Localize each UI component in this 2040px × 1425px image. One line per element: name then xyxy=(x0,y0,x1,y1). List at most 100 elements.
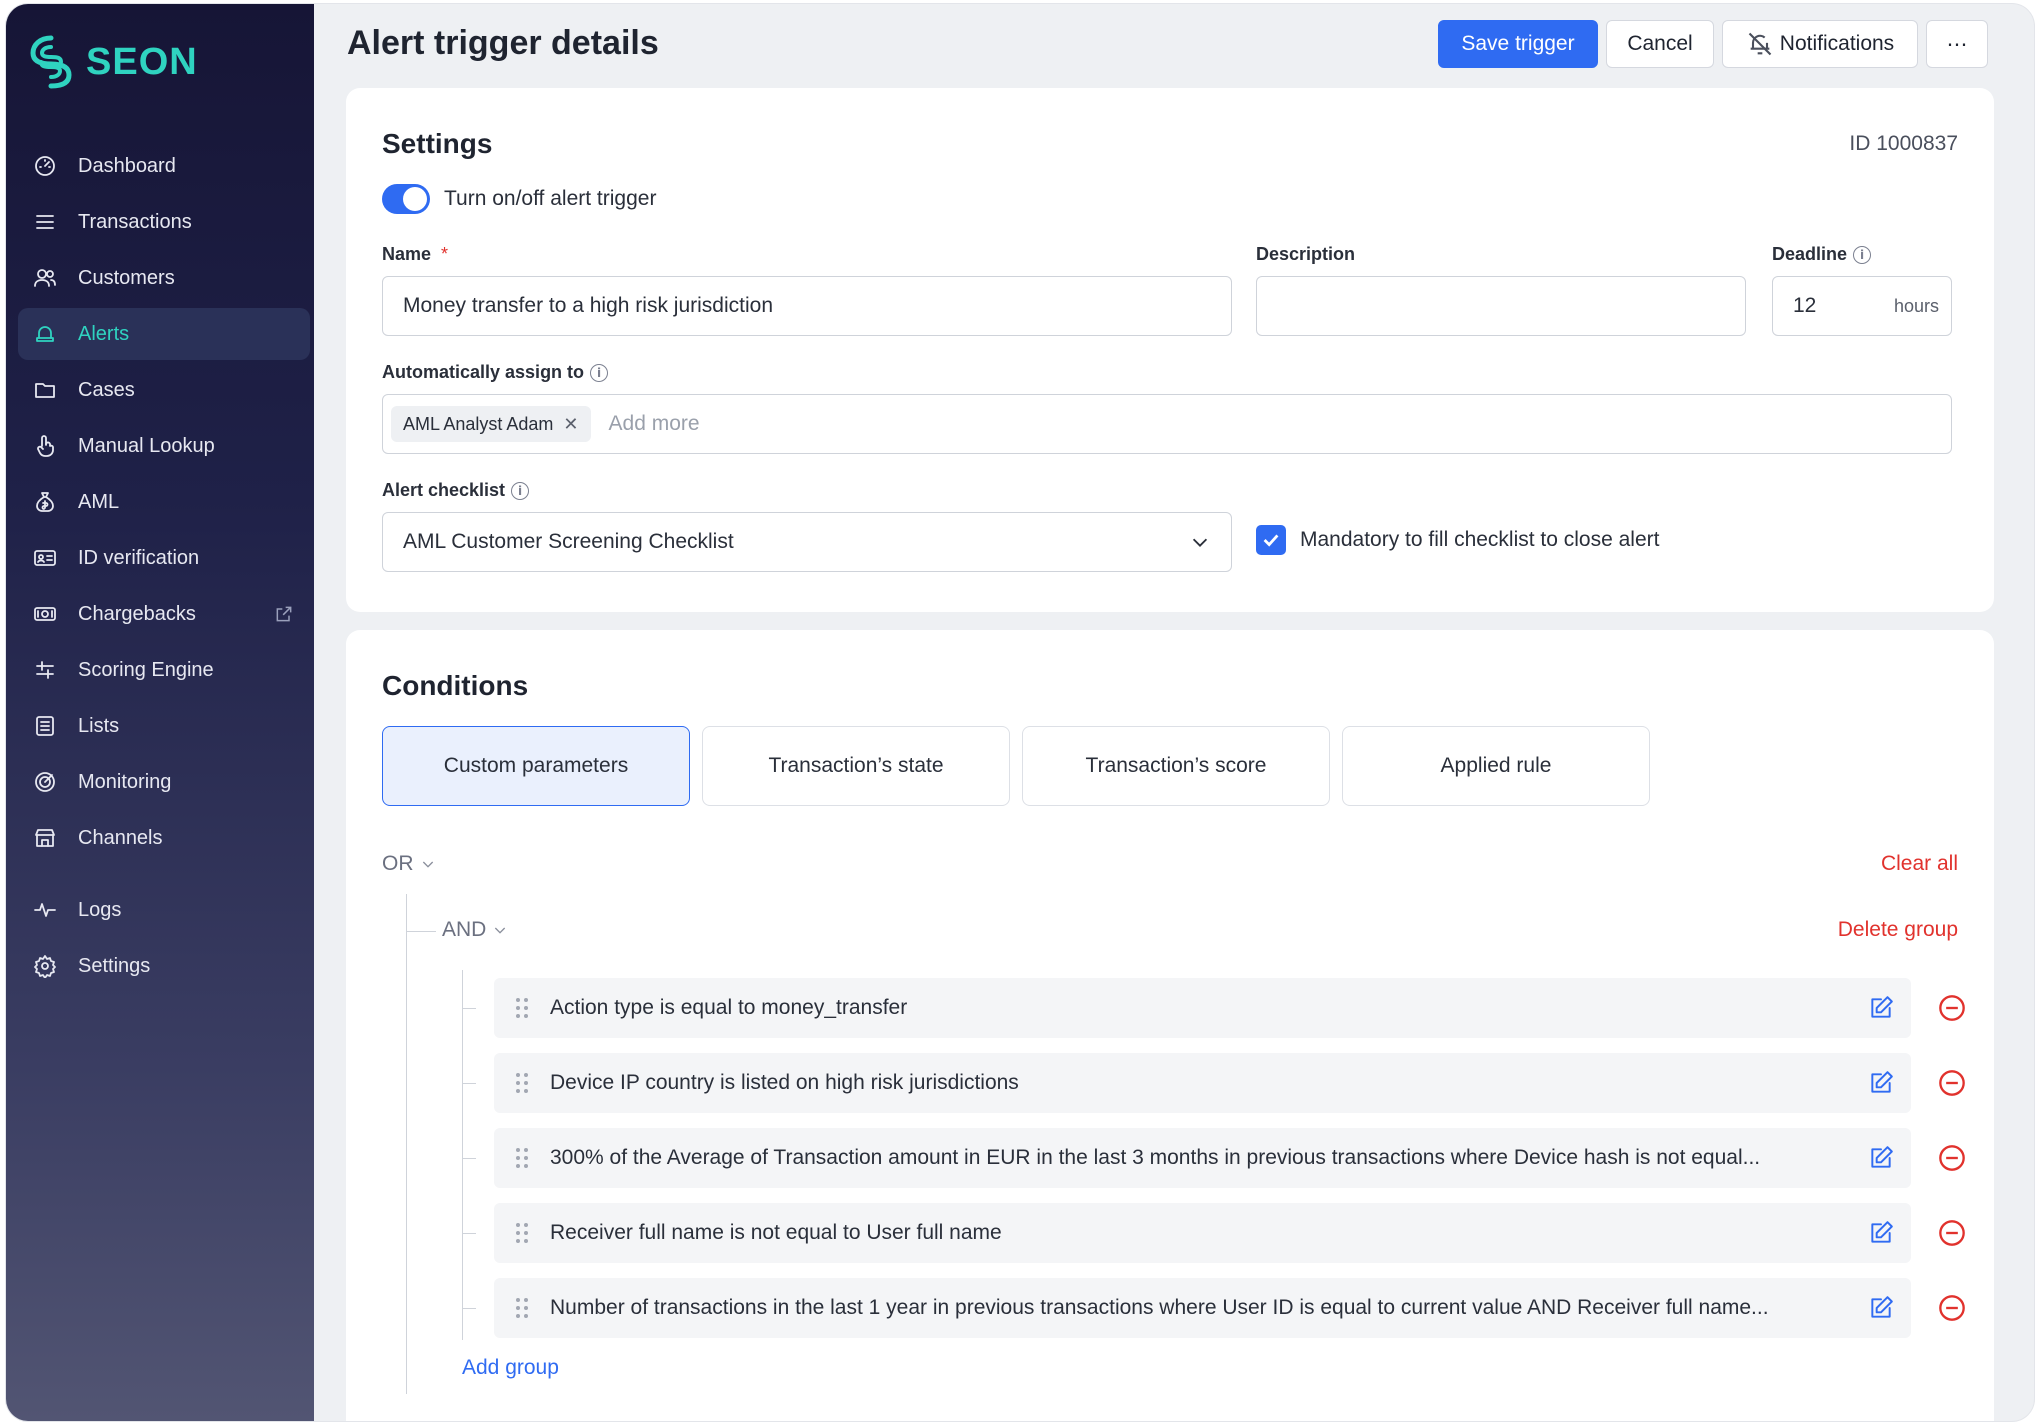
name-input[interactable]: Money transfer to a high risk jurisdicti… xyxy=(382,276,1232,336)
required-mark: * xyxy=(441,244,449,264)
edit-icon[interactable] xyxy=(1851,1145,1911,1171)
tab-transactions-state[interactable]: Transaction’s state xyxy=(702,726,1010,806)
remove-chip-icon[interactable]: ✕ xyxy=(563,414,578,435)
id-card-icon xyxy=(32,545,58,571)
info-icon[interactable]: i xyxy=(1853,245,1872,264)
more-options-button[interactable]: ⋯ xyxy=(1926,20,1988,68)
sidebar-item-label: Settings xyxy=(78,954,151,977)
deadline-input[interactable]: 12 hours xyxy=(1772,276,1952,336)
notifications-button[interactable]: Notifications xyxy=(1722,20,1918,68)
seon-logo[interactable]: SEON xyxy=(28,34,198,90)
checklist-select[interactable]: AML Customer Screening Checklist xyxy=(382,512,1232,572)
tab-transactions-score[interactable]: Transaction’s score xyxy=(1022,726,1330,806)
name-label-text: Name xyxy=(382,244,432,264)
condition-row[interactable]: Device IP country is listed on high risk… xyxy=(494,1053,1911,1113)
remove-condition-icon[interactable] xyxy=(1938,1144,1966,1172)
info-icon[interactable]: i xyxy=(511,481,530,500)
page-title: Alert trigger details xyxy=(347,24,659,62)
description-label: Description xyxy=(1256,244,1355,265)
sidebar-item-lists[interactable]: Lists xyxy=(18,700,310,752)
remove-condition-icon[interactable] xyxy=(1938,1294,1966,1322)
and-operator-dropdown[interactable]: AND xyxy=(442,918,508,942)
info-icon[interactable]: i xyxy=(590,363,609,382)
hand-pointer-icon xyxy=(32,433,58,459)
sidebar-item-settings[interactable]: Settings xyxy=(18,940,310,992)
sidebar-item-id-verification[interactable]: ID verification xyxy=(18,532,310,584)
or-operator-dropdown[interactable]: OR xyxy=(382,852,436,876)
edit-icon[interactable] xyxy=(1851,1220,1911,1246)
remove-condition-icon[interactable] xyxy=(1938,994,1966,1022)
drag-handle-icon[interactable] xyxy=(494,997,550,1019)
and-tree-branch xyxy=(462,1233,476,1234)
external-link-icon xyxy=(274,604,294,624)
drag-handle-icon[interactable] xyxy=(494,1147,550,1169)
deadline-unit: hours xyxy=(1893,295,1939,316)
delete-group-link[interactable]: Delete group xyxy=(1838,918,1958,942)
mandatory-checkbox[interactable] xyxy=(1256,525,1286,555)
sidebar-item-transactions[interactable]: Transactions xyxy=(18,196,310,248)
sidebar-item-label: Dashboard xyxy=(78,154,176,177)
and-tree-branch xyxy=(462,1008,476,1009)
toggle-label: Turn on/off alert trigger xyxy=(444,187,657,210)
alert-trigger-toggle[interactable] xyxy=(382,184,430,214)
brand-name: SEON xyxy=(86,40,198,83)
sidebar-item-cases[interactable]: Cases xyxy=(18,364,310,416)
cash-icon xyxy=(32,601,58,627)
description-input[interactable] xyxy=(1256,276,1746,336)
assign-placeholder: Add more xyxy=(608,412,700,435)
sidebar-item-scoring-engine[interactable]: Scoring Engine xyxy=(18,644,310,696)
and-operator-label: AND xyxy=(442,918,487,941)
list-icon xyxy=(32,209,58,235)
sidebar-item-logs[interactable]: Logs xyxy=(18,884,310,936)
bell-off-icon xyxy=(1748,32,1772,56)
sidebar-item-customers[interactable]: Customers xyxy=(18,252,310,304)
mandatory-checklist-row: Mandatory to fill checklist to close ale… xyxy=(1256,525,1659,555)
remove-condition-icon[interactable] xyxy=(1938,1069,1966,1097)
clear-all-link[interactable]: Clear all xyxy=(1881,852,1958,876)
drag-handle-icon[interactable] xyxy=(494,1072,550,1094)
sidebar-item-manual-lookup[interactable]: Manual Lookup xyxy=(18,420,310,472)
drag-handle-icon[interactable] xyxy=(494,1297,550,1319)
sidebar-item-monitoring[interactable]: Monitoring xyxy=(18,756,310,808)
remove-condition-icon[interactable] xyxy=(1938,1219,1966,1247)
seon-logo-icon xyxy=(30,35,72,89)
money-bag-icon xyxy=(32,489,58,515)
assignee-input[interactable]: AML Analyst Adam ✕ Add more xyxy=(382,394,1952,454)
store-icon xyxy=(32,825,58,851)
dashboard-icon xyxy=(32,153,58,179)
edit-icon[interactable] xyxy=(1851,995,1911,1021)
tab-applied-rule[interactable]: Applied rule xyxy=(1342,726,1650,806)
sidebar-item-label: Manual Lookup xyxy=(78,434,215,457)
condition-tabs: Custom parameters Transaction’s state Tr… xyxy=(382,726,1650,806)
edit-icon[interactable] xyxy=(1851,1070,1911,1096)
sidebar-nav: Dashboard Transactions Customers Alerts … xyxy=(18,140,310,996)
trigger-id: ID 1000837 xyxy=(1849,132,1958,155)
tab-custom-parameters[interactable]: Custom parameters xyxy=(382,726,690,806)
assignee-chip-label: AML Analyst Adam xyxy=(403,413,554,434)
sidebar-item-alerts[interactable]: Alerts xyxy=(18,308,310,360)
condition-text: Number of transactions in the last 1 yea… xyxy=(550,1296,1769,1319)
condition-row[interactable]: Receiver full name is not equal to User … xyxy=(494,1203,1911,1263)
drag-handle-icon[interactable] xyxy=(494,1222,550,1244)
condition-row[interactable]: 300% of the Average of Transaction amoun… xyxy=(494,1128,1911,1188)
save-trigger-button[interactable]: Save trigger xyxy=(1438,20,1598,68)
or-tree-branch xyxy=(406,931,436,932)
sidebar-item-channels[interactable]: Channels xyxy=(18,812,310,864)
conditions-title: Conditions xyxy=(382,670,529,701)
and-tree-line xyxy=(462,970,463,1340)
deadline-label: Deadline i xyxy=(1772,244,1872,265)
pulse-icon xyxy=(32,897,58,923)
condition-row[interactable]: Number of transactions in the last 1 yea… xyxy=(494,1278,1911,1338)
condition-row[interactable]: Action type is equal to money_transfer xyxy=(494,978,1911,1038)
sidebar-item-dashboard[interactable]: Dashboard xyxy=(18,140,310,192)
edit-icon[interactable] xyxy=(1851,1295,1911,1321)
add-group-link[interactable]: Add group xyxy=(462,1356,559,1380)
description-label-text: Description xyxy=(1256,244,1356,264)
cancel-button[interactable]: Cancel xyxy=(1606,20,1714,68)
condition-text: 300% of the Average of Transaction amoun… xyxy=(550,1146,1761,1169)
sidebar-item-label: Cases xyxy=(78,378,135,401)
settings-card: Settings ID 1000837 Turn on/off alert tr… xyxy=(346,88,1994,612)
sidebar-item-aml[interactable]: AML xyxy=(18,476,310,528)
sidebar-item-chargebacks[interactable]: Chargebacks xyxy=(18,588,310,640)
condition-text: Action type is equal to money_transfer xyxy=(550,996,908,1019)
